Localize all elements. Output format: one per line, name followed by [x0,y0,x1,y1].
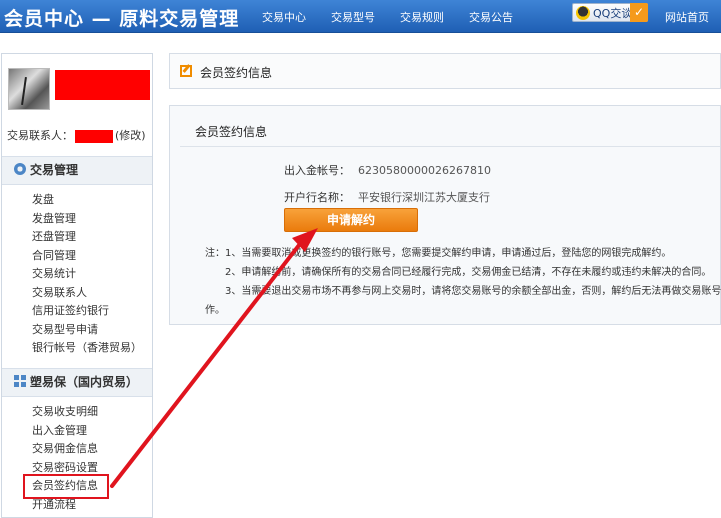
avatar [8,68,50,110]
section-domestic-trade[interactable]: 塑易保（国内贸易） [2,368,152,397]
edit-icon [180,65,192,77]
contact-row: 交易联系人： (修改) [7,127,152,143]
divider [180,146,720,147]
trade-management-menu: 发盘 发盘管理 还盘管理 合同管理 交易统计 交易联系人 信用证签约银行 交易型… [32,191,142,358]
home-link[interactable]: 网站首页 [665,9,709,25]
sidebar-item-password-settings[interactable]: 交易密码设置 [32,459,106,478]
sidebar-item-trade-statistics[interactable]: 交易统计 [32,265,142,284]
grid-icon [14,375,26,387]
account-value: 6230580000026267810 [358,164,491,177]
sidebar-item-activation-process[interactable]: 开通流程 [32,496,106,515]
apply-termination-button[interactable]: 申请解约 [284,208,418,232]
notes: 注：1、当需要取消或更换签约的银行账号，您需要提交解约申请，申请通过后，登陆您的… [205,244,721,320]
sidebar-item-contract-management[interactable]: 合同管理 [32,247,142,266]
edit-contact-link[interactable]: (修改) [115,129,146,142]
sidebar-item-deposit-withdrawal[interactable]: 出入金管理 [32,422,106,441]
breadcrumb: 会员签约信息 [169,53,721,89]
checkmark-icon: ✓ [630,3,648,22]
section-domestic-trade-title: 塑易保（国内贸易） [30,375,139,389]
gear-icon [14,163,26,175]
section-title: 会员签约信息 [195,125,268,139]
contract-info-panel: 会员签约信息 出入金帐号： 6230580000026267810 开户行名称： 平… [169,105,721,325]
section-trade-management[interactable]: 交易管理 [2,156,152,185]
sidebar-item-offer-management[interactable]: 发盘管理 [32,210,142,229]
bank-label: 开户行名称： [284,191,350,204]
account-field: 出入金帐号： 6230580000026267810 [284,162,491,178]
note-line-1: 注：1、当需要取消或更换签约的银行账号，您需要提交解约申请，申请通过后，登陆您的… [205,248,672,259]
nav-trading-center[interactable]: 交易中心 [262,9,306,25]
page-title: 会员签约信息 [200,66,273,80]
note-line-3: 3、当需要退出交易市场不再参与网上交易时，请将您交易账号的余额全部出金，否则，解… [225,286,721,297]
bank-value: 平安银行深圳江苏大厦支行 [358,191,490,204]
nav-trading-rules[interactable]: 交易规则 [400,9,444,25]
sidebar-item-lc-banks[interactable]: 信用证签约银行 [32,302,142,321]
domestic-trade-menu: 交易收支明细 出入金管理 交易佣金信息 交易密码设置 会员签约信息 开通流程 [23,403,109,515]
nav-trading-announcements[interactable]: 交易公告 [469,9,513,25]
nav-trading-models[interactable]: 交易型号 [331,9,375,25]
qq-chat-label: QQ交谈 [593,6,633,20]
top-nav: 交易中心 交易型号 交易规则 交易公告 [262,9,538,25]
sidebar-item-member-contract[interactable]: 会员签约信息 [23,474,109,499]
sidebar-item-trade-contacts[interactable]: 交易联系人 [32,284,142,303]
site-title: 会员中心 — 原料交易管理 [4,8,240,30]
sidebar-item-bank-account-hk[interactable]: 银行帐号（香港贸易） [32,339,142,358]
sidebar-item-offer[interactable]: 发盘 [32,191,142,210]
redacted-member-name [55,70,150,100]
section-trade-management-title: 交易管理 [30,163,79,177]
bank-field: 开户行名称： 平安银行深圳江苏大厦支行 [284,189,490,205]
qq-penguin-icon [576,5,590,20]
note-line-3-continued: 作。 [205,305,225,316]
redacted-contact [75,129,113,143]
top-header: 会员中心 — 原料交易管理 交易中心 交易型号 交易规则 交易公告 QQ交谈 ✓… [0,0,721,33]
sidebar-item-counteroffer-management[interactable]: 还盘管理 [32,228,142,247]
account-label: 出入金帐号： [284,164,350,177]
sidebar: 交易联系人： (修改) 交易管理 发盘 发盘管理 还盘管理 合同管理 交易统计 交… [1,53,153,518]
contact-label: 交易联系人： [7,129,73,142]
qq-chat-button[interactable]: QQ交谈 ✓ [572,3,648,22]
note-line-2: 2、申请解约前，请确保所有的交易合同已经履行完成，交易佣金已结清，不存在未履约或… [225,267,712,278]
sidebar-item-commission-info[interactable]: 交易佣金信息 [32,440,106,459]
sidebar-item-model-application[interactable]: 交易型号申请 [32,321,142,340]
sidebar-item-transaction-details[interactable]: 交易收支明细 [32,403,106,422]
